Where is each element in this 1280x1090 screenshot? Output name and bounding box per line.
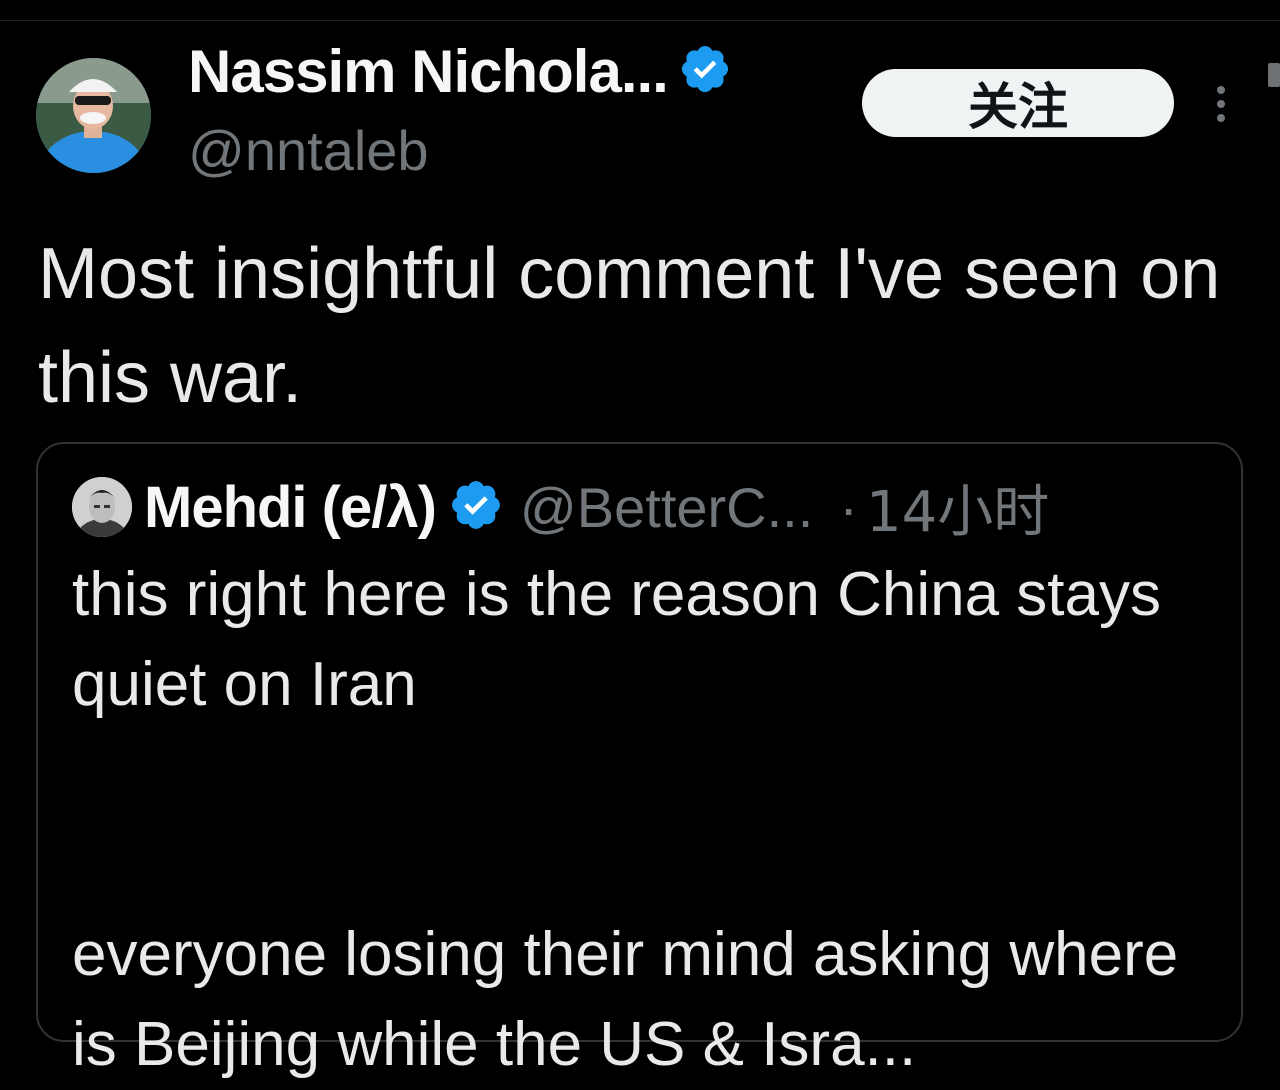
quoted-author-avatar[interactable]: [72, 477, 132, 537]
quoted-tweet-header: Mehdi (e/λ) @BetterC... · 14小时: [72, 472, 1049, 545]
quoted-tweet-card[interactable]: Mehdi (e/λ) @BetterC... · 14小时 this righ…: [36, 442, 1243, 1079]
avatar-photo-cyclist: [36, 58, 151, 173]
author-avatar[interactable]: [36, 58, 151, 173]
author-name-row[interactable]: Nassim Nichola...: [188, 36, 732, 106]
quoted-tweet-timestamp[interactable]: 14小时: [866, 467, 1049, 548]
more-vertical-icon[interactable]: [1208, 84, 1234, 124]
separator-dot: ·: [839, 475, 858, 539]
author-handle[interactable]: @nntaleb: [188, 118, 429, 183]
follow-button[interactable]: 关注: [862, 69, 1174, 137]
tweet-text: Most insightful comment I've seen on thi…: [38, 234, 1221, 418]
verified-badge-icon: [678, 42, 732, 101]
quoted-author-display-name[interactable]: Mehdi (e/λ): [144, 474, 437, 541]
quoted-author-handle[interactable]: @BetterC...: [520, 475, 813, 540]
avatar-photo: [72, 477, 132, 537]
verified-badge-icon: [448, 477, 504, 538]
author-display-name[interactable]: Nassim Nichola...: [188, 37, 669, 106]
quoted-tweet-text: this right here is the reason China stay…: [72, 560, 1179, 1079]
top-divider: [0, 20, 1280, 21]
scrollbar[interactable]: [1268, 63, 1280, 87]
